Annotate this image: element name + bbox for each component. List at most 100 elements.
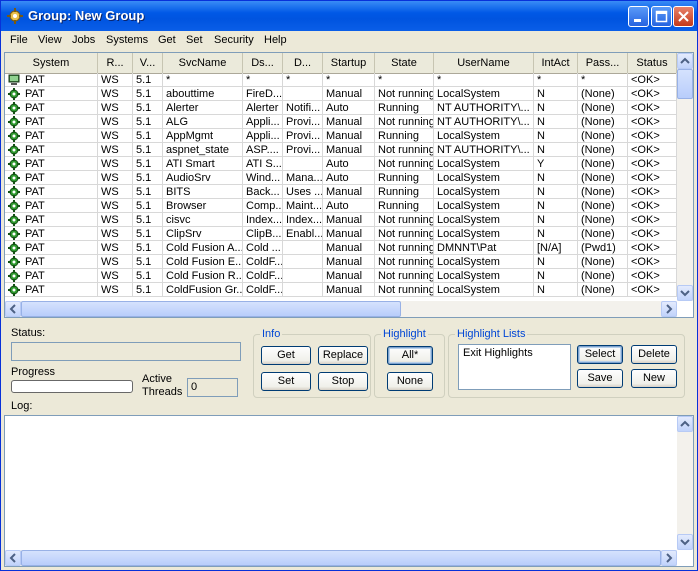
title-bar[interactable]: Group: New Group (1, 1, 697, 31)
cell-password: (None) (578, 199, 628, 213)
column-header-version[interactable]: V... (133, 53, 163, 73)
column-header-state[interactable]: State (375, 53, 434, 73)
service-gear-icon (8, 284, 20, 296)
column-header-interact[interactable]: IntAct (534, 53, 578, 73)
column-header-password[interactable]: Pass... (578, 53, 628, 73)
scroll-right-button[interactable] (661, 301, 677, 317)
cell-description (283, 255, 323, 269)
scroll-left-button[interactable] (5, 301, 21, 317)
cell-status: <OK> (628, 255, 677, 269)
save-button[interactable]: Save (577, 369, 623, 388)
menu-get[interactable]: Get (158, 34, 176, 46)
column-header-display-name[interactable]: Ds... (243, 53, 283, 73)
log-scroll-left-button[interactable] (5, 550, 21, 566)
table-row[interactable]: PAT WS 5.1 Cold Fusion E... ColdF... Manual No… (5, 255, 677, 269)
column-header-description[interactable]: D... (283, 53, 323, 73)
stop-button[interactable]: Stop (318, 372, 368, 391)
log-scroll-down-button[interactable] (677, 534, 693, 550)
filter-row[interactable]: PAT WS 5.1 * * * * * * * * <OK> (5, 73, 677, 87)
close-button[interactable] (673, 6, 694, 27)
highlight-none-button[interactable]: None (387, 372, 433, 391)
maximize-button[interactable] (651, 6, 672, 27)
cell-state: Not running (375, 157, 434, 171)
cell-role: WS (98, 241, 133, 255)
table-row[interactable]: PAT WS 5.1 AppMgmt Appli... Provi... Manual Run… (5, 129, 677, 143)
menu-systems[interactable]: Systems (106, 34, 148, 46)
cell-version: 5.1 (133, 255, 163, 269)
cell-display-name: ASP.... (243, 143, 283, 157)
chevron-right-icon (666, 304, 673, 314)
menu-view[interactable]: View (38, 34, 62, 46)
set-button[interactable]: Set (261, 372, 311, 391)
log-vertical-scrollbar[interactable] (677, 416, 693, 550)
services-grid[interactable]: System R... V... SvcName Ds... D... Startup Sta… (4, 52, 694, 318)
table-row[interactable]: PAT WS 5.1 ClipSrv ClipB... Enabl... Manual Not… (5, 227, 677, 241)
cell-status: <OK> (628, 185, 677, 199)
scroll-down-button[interactable] (677, 285, 693, 301)
minimize-button[interactable] (628, 6, 649, 27)
table-row[interactable]: PAT WS 5.1 BITS Back... Uses ... Manual Running… (5, 185, 677, 199)
cell-description: Enabl... (283, 227, 323, 241)
cell-display-name: FireD... (243, 87, 283, 101)
table-row[interactable]: PAT WS 5.1 Cold Fusion A... Cold ... Manual No… (5, 241, 677, 255)
cell-username: LocalSystem (434, 269, 534, 283)
table-row[interactable]: PAT WS 5.1 ALG Appli... Provi... Manual Not run… (5, 115, 677, 129)
cell-status: <OK> (628, 87, 677, 101)
log-area[interactable] (4, 415, 694, 567)
table-row[interactable]: PAT WS 5.1 AudioSrv Wind... Mana... Auto Runnin… (5, 171, 677, 185)
log-scroll-right-button[interactable] (661, 550, 677, 566)
cell-username: DMNNT\Pat (434, 241, 534, 255)
delete-button[interactable]: Delete (631, 345, 677, 364)
log-scroll-up-button[interactable] (677, 416, 693, 432)
column-header-role[interactable]: R... (98, 53, 133, 73)
service-gear-icon (8, 270, 20, 282)
highlight-all-button[interactable]: All* (387, 346, 433, 365)
cell-interact: N (534, 227, 578, 241)
column-header-status[interactable]: Status (628, 53, 677, 73)
cell-status: <OK> (628, 171, 677, 185)
vertical-scrollbar[interactable] (677, 53, 693, 301)
column-header-svcname[interactable]: SvcName (163, 53, 243, 73)
table-row[interactable]: PAT WS 5.1 Cold Fusion R... ColdF... Manual No… (5, 269, 677, 283)
column-header-username[interactable]: UserName (434, 53, 534, 73)
horizontal-scrollbar[interactable] (5, 301, 677, 317)
menu-set[interactable]: Set (186, 34, 203, 46)
cell-password: (None) (578, 171, 628, 185)
table-row[interactable]: PAT WS 5.1 ATI Smart ATI S... Auto Not running… (5, 157, 677, 171)
cell-svcname: abouttime (163, 87, 243, 101)
table-row[interactable]: PAT WS 5.1 aspnet_state ASP.... Provi... Manua… (5, 143, 677, 157)
log-horizontal-scroll-thumb[interactable] (21, 550, 661, 566)
cell-display-name: Back... (243, 185, 283, 199)
cell-version: 5.1 (133, 269, 163, 283)
cell-svcname: Cold Fusion R... (163, 269, 243, 283)
log-horizontal-scrollbar[interactable] (5, 550, 677, 566)
table-row[interactable]: PAT WS 5.1 Alerter Alerter Notifi... Auto Runni… (5, 101, 677, 115)
menu-help[interactable]: Help (264, 34, 287, 46)
cell-display-name: * (243, 73, 283, 87)
cell-startup: Auto (323, 157, 375, 171)
cell-svcname: Browser (163, 199, 243, 213)
menu-file[interactable]: File (10, 34, 28, 46)
table-row[interactable]: PAT WS 5.1 abouttime FireD... Manual Not runni… (5, 87, 677, 101)
column-header-startup[interactable]: Startup (323, 53, 375, 73)
table-row[interactable]: PAT WS 5.1 ColdFusion Gr... ColdF... Manual No… (5, 283, 677, 297)
menu-security[interactable]: Security (214, 34, 254, 46)
active-threads-field: 0 (187, 378, 238, 397)
cell-svcname: * (163, 73, 243, 87)
highlight-list-item[interactable]: Exit Highlights (463, 347, 533, 359)
cell-role: WS (98, 269, 133, 283)
new-button[interactable]: New (631, 369, 677, 388)
table-row[interactable]: PAT WS 5.1 Browser Comp... Maint... Auto Runnin… (5, 199, 677, 213)
highlight-lists-listbox[interactable]: Exit Highlights (458, 344, 571, 390)
horizontal-scroll-thumb[interactable] (21, 301, 401, 317)
scroll-up-button[interactable] (677, 53, 693, 69)
cell-version: 5.1 (133, 101, 163, 115)
get-button[interactable]: Get (261, 346, 311, 365)
computer-icon (8, 74, 20, 85)
menu-jobs[interactable]: Jobs (72, 34, 95, 46)
table-row[interactable]: PAT WS 5.1 cisvc Index... Index... Manual Not r… (5, 213, 677, 227)
vertical-scroll-thumb[interactable] (677, 69, 693, 99)
replace-button[interactable]: Replace (318, 346, 368, 365)
select-button[interactable]: Select (577, 345, 623, 364)
column-header-system[interactable]: System (5, 53, 98, 73)
